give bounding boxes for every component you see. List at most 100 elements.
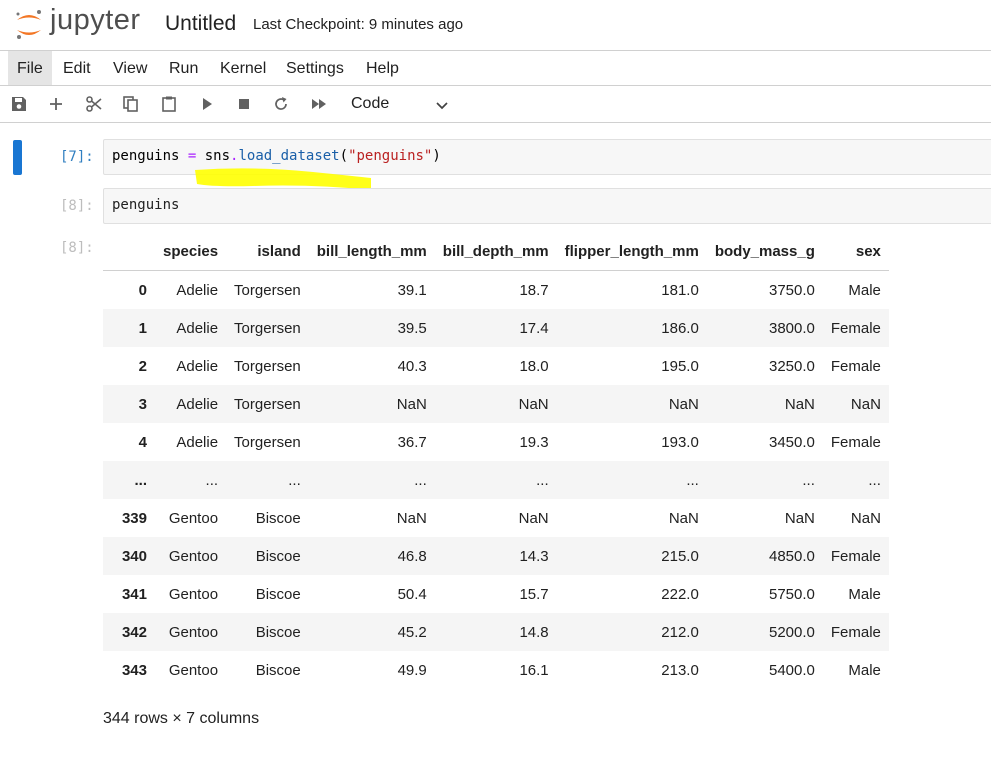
code-line: penguins bbox=[112, 197, 180, 213]
table-cell: NaN bbox=[784, 395, 815, 413]
table-row: ........................ bbox=[103, 461, 889, 499]
menu-settings[interactable]: Settings bbox=[277, 51, 353, 85]
table-cell: 36.7 bbox=[397, 433, 427, 451]
table-cell: 213.0 bbox=[661, 661, 699, 679]
table-cell: 186.0 bbox=[661, 319, 699, 337]
save-icon[interactable] bbox=[9, 94, 29, 114]
chevron-down-icon bbox=[435, 97, 449, 111]
table-cell: Torgersen bbox=[234, 357, 301, 375]
restart-icon[interactable] bbox=[271, 94, 291, 114]
menu-view[interactable]: View bbox=[104, 51, 156, 85]
index-header bbox=[103, 232, 155, 271]
table-cell: 49.9 bbox=[397, 661, 427, 679]
table-cell: Biscoe bbox=[255, 585, 301, 603]
column-header: body_mass_g bbox=[706, 232, 823, 271]
table-cell: Torgersen bbox=[234, 319, 301, 337]
top-bar: jupyter Untitled Last Checkpoint: 9 minu… bbox=[0, 0, 991, 51]
input-prompt: [8]: bbox=[60, 198, 94, 214]
row-index: 341 bbox=[121, 585, 147, 603]
table-row: 342 Gentoo Biscoe 45.2 14.8 212.0 5200.0 Female bbox=[103, 613, 889, 651]
cell-type-dropdown[interactable]: Code bbox=[351, 92, 451, 116]
cut-icon[interactable] bbox=[84, 94, 104, 114]
checkpoint-status: Last Checkpoint: 9 minutes ago bbox=[253, 16, 464, 33]
jupyter-logo-icon[interactable] bbox=[14, 6, 44, 42]
table-cell: 14.3 bbox=[519, 547, 549, 565]
table-cell: 193.0 bbox=[661, 433, 699, 451]
menu-run[interactable]: Run bbox=[160, 51, 207, 85]
add-icon[interactable] bbox=[46, 94, 66, 114]
table-cell: 181.0 bbox=[661, 281, 699, 299]
table-cell: ... bbox=[414, 471, 427, 489]
table-cell: 5400.0 bbox=[768, 661, 815, 679]
column-header: bill_length_mm bbox=[308, 232, 435, 271]
table-cell: ... bbox=[205, 471, 219, 489]
table-body: 0 Adelie Torgersen 39.1 18.7 181.0 3750.0 Male 1… bbox=[103, 270, 889, 689]
table-row: 0 Adelie Torgersen 39.1 18.7 181.0 3750.0 Male bbox=[103, 270, 889, 309]
active-cell-marker[interactable] bbox=[13, 140, 22, 175]
table-cell: 39.5 bbox=[397, 319, 427, 337]
table-cell: ... bbox=[802, 471, 815, 489]
copy-icon[interactable] bbox=[121, 94, 141, 114]
table-cell: NaN bbox=[518, 395, 549, 413]
table-header-row: species island bill_length_mm bill_depth… bbox=[103, 232, 889, 271]
table-cell: Adelie bbox=[176, 281, 219, 299]
table-cell: 39.1 bbox=[397, 281, 427, 299]
row-index: 4 bbox=[138, 433, 147, 451]
stop-icon[interactable] bbox=[234, 94, 254, 114]
table-cell: 18.0 bbox=[519, 357, 549, 375]
table-cell: 18.7 bbox=[519, 281, 549, 299]
row-index: 0 bbox=[138, 281, 147, 299]
table-cell: Adelie bbox=[176, 357, 219, 375]
table-cell: 3250.0 bbox=[768, 357, 815, 375]
table-row: 1 Adelie Torgersen 39.5 17.4 186.0 3800.0 Femal… bbox=[103, 309, 889, 347]
table-cell: 15.7 bbox=[519, 585, 549, 603]
table-cell: 3800.0 bbox=[768, 319, 815, 337]
table-cell: 4850.0 bbox=[768, 547, 815, 565]
dataframe-shape: 344 rows × 7 columns bbox=[103, 710, 260, 727]
code-cell-input[interactable]: penguins bbox=[103, 188, 991, 224]
table-cell: NaN bbox=[850, 395, 881, 413]
table-cell: ... bbox=[868, 471, 881, 489]
table-cell: Torgersen bbox=[234, 281, 301, 299]
table-cell: 16.1 bbox=[519, 661, 549, 679]
table-cell: Torgersen bbox=[234, 433, 301, 451]
notebook-toolbar: Code bbox=[0, 86, 991, 123]
notebook-title[interactable]: Untitled bbox=[165, 12, 236, 36]
table-cell: Biscoe bbox=[255, 509, 301, 527]
run-icon[interactable] bbox=[197, 94, 217, 114]
column-header: bill_depth_mm bbox=[434, 232, 557, 271]
column-header: sex bbox=[822, 232, 889, 271]
table-cell: NaN bbox=[668, 509, 699, 527]
table-cell: Torgersen bbox=[234, 395, 301, 413]
menu-help[interactable]: Help bbox=[357, 51, 408, 85]
table-cell: NaN bbox=[850, 509, 881, 527]
table-cell: NaN bbox=[518, 509, 549, 527]
table-row: 339 Gentoo Biscoe NaN NaN NaN NaN NaN bbox=[103, 499, 889, 537]
table-cell: 50.4 bbox=[397, 585, 427, 603]
row-index: 340 bbox=[121, 547, 147, 565]
menu-kernel[interactable]: Kernel bbox=[211, 51, 275, 85]
row-index: 342 bbox=[121, 623, 147, 641]
table-cell: NaN bbox=[396, 509, 427, 527]
table-cell: Female bbox=[830, 623, 881, 641]
table-cell: Biscoe bbox=[255, 623, 301, 641]
table-cell: ... bbox=[686, 471, 699, 489]
menu-bar: File Edit View Run Kernel Settings Help bbox=[0, 51, 991, 86]
table-row: 4 Adelie Torgersen 36.7 19.3 193.0 3450.0 Femal… bbox=[103, 423, 889, 461]
table-cell: 17.4 bbox=[519, 319, 549, 337]
table-cell: Gentoo bbox=[168, 509, 219, 527]
menu-file[interactable]: File bbox=[8, 51, 52, 85]
paste-icon[interactable] bbox=[159, 94, 179, 114]
table-row: 343 Gentoo Biscoe 49.9 16.1 213.0 5400.0 Male bbox=[103, 651, 889, 689]
table-cell: NaN bbox=[784, 509, 815, 527]
table-cell: Gentoo bbox=[168, 623, 219, 641]
table-cell: Biscoe bbox=[255, 547, 301, 565]
table-cell: ... bbox=[536, 471, 549, 489]
table-cell: Gentoo bbox=[168, 661, 219, 679]
fast-forward-icon[interactable] bbox=[309, 94, 329, 114]
menu-edit[interactable]: Edit bbox=[54, 51, 100, 85]
table-cell: Female bbox=[830, 319, 881, 337]
table-cell: NaN bbox=[668, 395, 699, 413]
dataframe-table: species island bill_length_mm bill_depth… bbox=[103, 232, 889, 689]
row-index: ... bbox=[134, 471, 147, 489]
